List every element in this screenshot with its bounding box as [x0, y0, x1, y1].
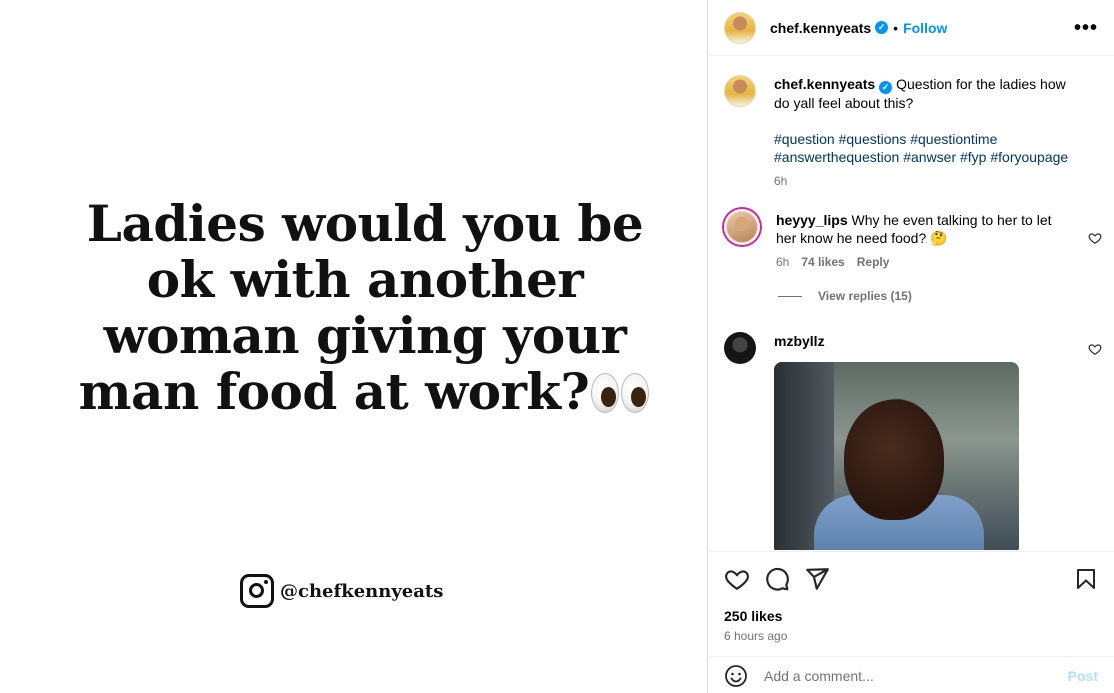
- comment-time: 6h: [776, 255, 790, 269]
- post-comment-button[interactable]: Post: [1068, 668, 1098, 684]
- follow-button[interactable]: Follow: [903, 20, 947, 36]
- commenter-username[interactable]: mzbyllz: [774, 333, 825, 349]
- comment-gif[interactable]: [774, 362, 1019, 550]
- instagram-logo-icon: [240, 574, 274, 608]
- watermark-handle: @chefkennyeats: [280, 580, 444, 602]
- view-replies-button[interactable]: View replies (15): [778, 289, 1114, 303]
- verified-badge-icon: ✓: [879, 81, 893, 94]
- caption-username[interactable]: chef.kennyeats: [774, 76, 875, 92]
- caption-hashtags[interactable]: #question #questions #questiontime #answ…: [774, 130, 1074, 166]
- likes-count[interactable]: 250 likes: [724, 608, 782, 624]
- comment-input[interactable]: [764, 667, 1068, 684]
- post-header: chef.kennyeats ✓ • Follow •••: [708, 0, 1114, 56]
- action-bar: [724, 566, 1098, 592]
- comment-item: mzbyllz: [708, 332, 1114, 550]
- add-comment-bar: Post: [708, 656, 1114, 693]
- separator-dot: •: [893, 19, 899, 36]
- caption-time: 6h: [774, 174, 788, 188]
- save-bookmark-icon[interactable]: [1074, 566, 1098, 592]
- post-headline: Ladies would you be ok with another woma…: [60, 196, 670, 420]
- commenter-avatar[interactable]: [726, 211, 758, 243]
- view-replies-line: [778, 295, 802, 297]
- post-sidebar: chef.kennyeats ✓ • Follow ••• chef.kenny…: [707, 0, 1114, 693]
- author-avatar[interactable]: [724, 11, 756, 44]
- reply-button[interactable]: Reply: [857, 255, 890, 269]
- watermark: @chefkennyeats: [240, 574, 443, 608]
- like-comment-heart-icon[interactable]: [1088, 231, 1102, 245]
- emoji-smiley-icon[interactable]: [724, 664, 748, 688]
- comment-item: heyyy_lips Why he even talking to her to…: [708, 211, 1114, 269]
- author-username[interactable]: chef.kennyeats: [770, 20, 871, 36]
- caption: chef.kennyeats ✓ Question for the ladies …: [708, 75, 1114, 188]
- post-timestamp: 6 hours ago: [724, 629, 788, 643]
- view-replies-label[interactable]: View replies (15): [818, 289, 912, 303]
- post-media[interactable]: Ladies would you be ok with another woma…: [0, 0, 707, 693]
- commenter-avatar[interactable]: [724, 332, 756, 364]
- like-heart-icon[interactable]: [724, 566, 750, 592]
- commenter-username[interactable]: heyyy_lips: [776, 212, 848, 228]
- caption-avatar[interactable]: [724, 75, 756, 107]
- more-options-icon[interactable]: •••: [1074, 18, 1098, 38]
- comments-list[interactable]: chef.kennyeats ✓ Question for the ladies …: [708, 57, 1114, 550]
- headline-text: Ladies would you be ok with another woma…: [78, 194, 644, 421]
- share-paper-plane-icon[interactable]: [804, 566, 830, 592]
- comment-bubble-icon[interactable]: [764, 566, 790, 592]
- eyes-emoji-icon: [591, 364, 651, 420]
- comment-likes[interactable]: 74 likes: [801, 255, 844, 269]
- like-comment-heart-icon[interactable]: [1088, 342, 1102, 356]
- post-actions: 250 likes 6 hours ago Post: [708, 551, 1114, 693]
- verified-badge-icon: ✓: [875, 21, 889, 34]
